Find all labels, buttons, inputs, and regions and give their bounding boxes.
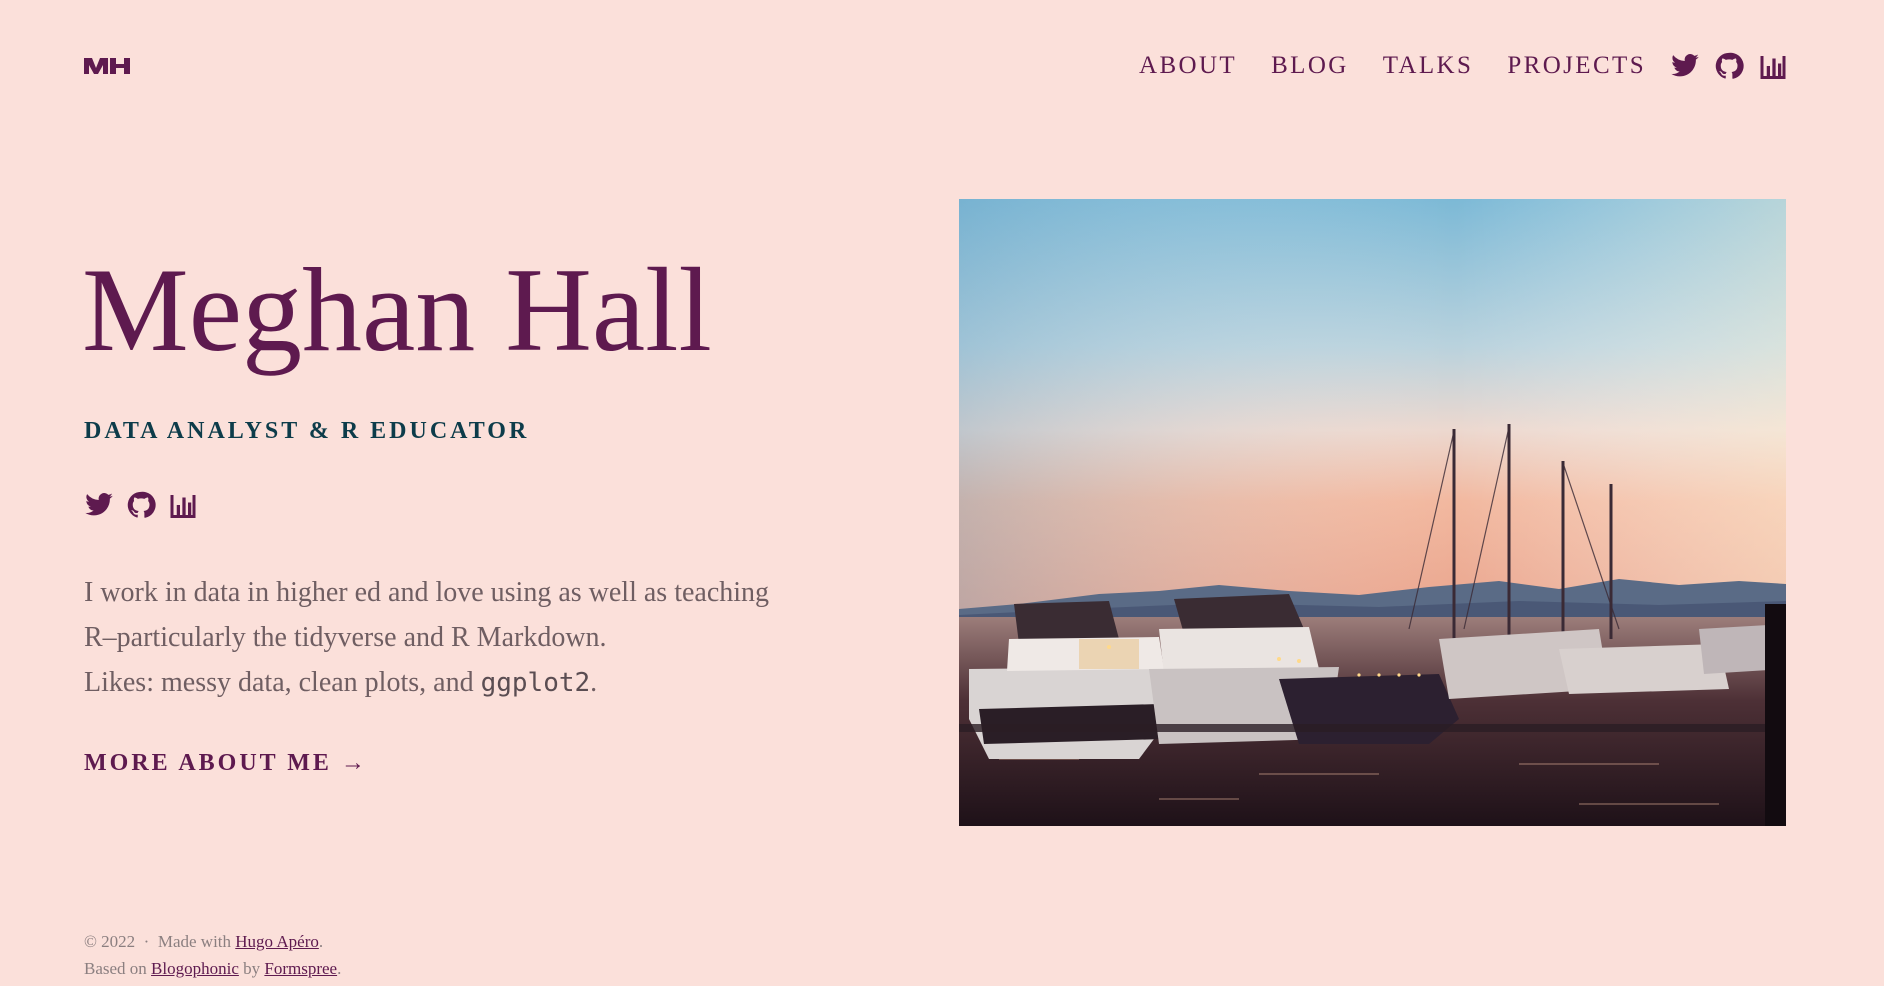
page-title: Meghan Hall	[82, 243, 712, 376]
based-on-text: Based on	[84, 959, 147, 978]
ggplot2-code: ggplot2	[480, 668, 591, 698]
nav-projects[interactable]: PROJECTS	[1507, 50, 1646, 82]
hero-social-links	[84, 490, 210, 520]
footer: © 2022 · Made with Hugo Apéro. Based on …	[84, 928, 341, 982]
footer-line-1: © 2022 · Made with Hugo Apéro.	[84, 928, 341, 955]
chart-icon[interactable]	[168, 490, 198, 520]
footer-period-1: .	[318, 932, 324, 951]
intro-line-1: I work in data in higher ed and love usi…	[84, 577, 770, 608]
intro-line-3: Likes: messy data, clean plots, and ggpl…	[84, 660, 864, 706]
twitter-icon[interactable]	[84, 490, 114, 520]
footer-separator: ·	[143, 932, 150, 951]
hero-intro: I work in data in higher ed and love usi…	[84, 570, 864, 706]
nav-blog[interactable]: BLOG	[1271, 50, 1349, 82]
footer-line-2: Based on Blogophonic by Formspree.	[84, 955, 341, 982]
formspree-link[interactable]: Formspree	[264, 959, 337, 978]
by-text: by	[243, 959, 261, 978]
hugo-apero-link[interactable]: Hugo Apéro	[235, 932, 319, 951]
main-nav: ABOUT BLOG TALKS PROJECTS	[1139, 50, 1788, 82]
github-icon[interactable]	[126, 490, 156, 520]
made-with-text: Made with	[157, 932, 232, 951]
nav-about[interactable]: ABOUT	[1139, 50, 1237, 82]
intro-line-3-text: Likes: messy data, clean plots, and	[84, 667, 481, 698]
chart-icon[interactable]	[1758, 51, 1788, 81]
intro-line-2: R–particularly the tidyverse and R Markd…	[84, 622, 607, 653]
hero-subtitle: DATA ANALYST & R EDUCATOR	[84, 418, 530, 444]
github-icon[interactable]	[1714, 51, 1744, 81]
nav-talks[interactable]: TALKS	[1383, 50, 1474, 82]
blogophonic-link[interactable]: Blogophonic	[151, 959, 239, 978]
more-about-me-link[interactable]: MORE ABOUT ME →	[84, 750, 368, 777]
copyright: © 2022	[84, 932, 136, 951]
hero-photo	[959, 199, 1786, 826]
logo[interactable]	[84, 54, 132, 78]
page: ABOUT BLOG TALKS PROJECTS Meghan Hall DA…	[0, 0, 1884, 986]
intro-line-3-end: .	[590, 667, 598, 698]
footer-period-2: .	[337, 959, 342, 978]
twitter-icon[interactable]	[1670, 51, 1700, 81]
